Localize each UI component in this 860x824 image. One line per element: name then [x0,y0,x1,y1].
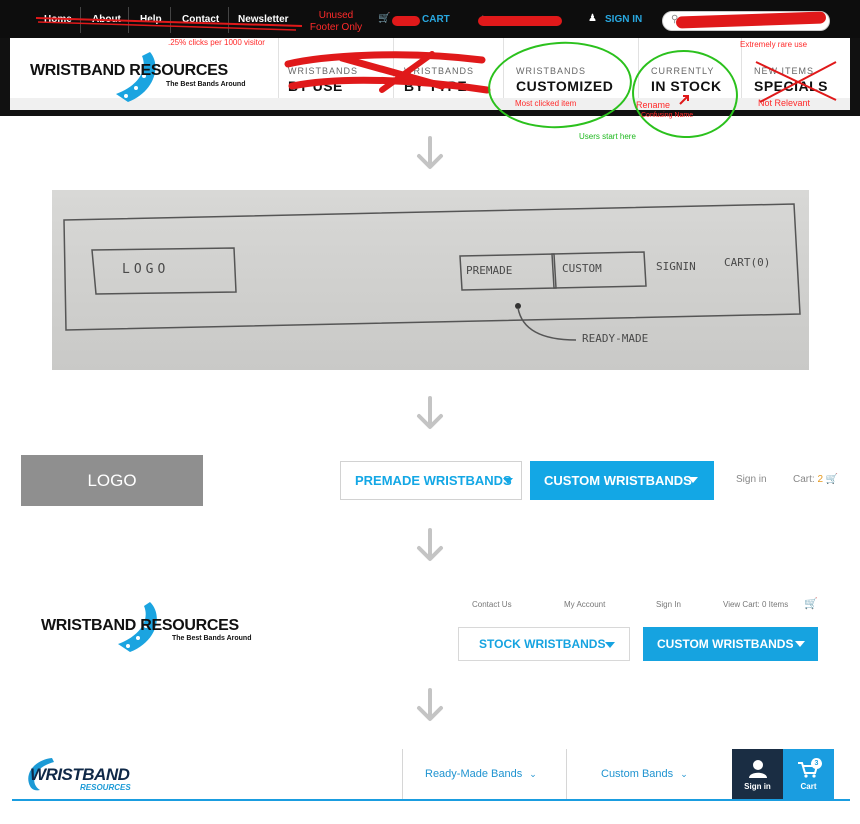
user-icon [749,760,767,778]
premade-wristbands-dropdown[interactable]: PREMADE WRISTBANDS [340,461,522,500]
logo-subtitle: The Best Bands Around [172,635,252,642]
sign-in-link[interactable]: Sign in [736,474,767,485]
divider [566,749,567,799]
cart-icon: 🛒 [804,598,818,610]
caret-down-icon [688,477,698,483]
contact-us-link[interactable]: Contact Us [472,600,512,609]
cart-label: Cart [800,782,817,791]
custom-bands-menu[interactable]: Custom Bands ⌄ [601,768,688,780]
annotation-users-start: Users start here [579,132,636,141]
sketch-premade: PREMADE [466,264,513,277]
ready-made-bands-menu[interactable]: Ready-Made Bands ⌄ [425,768,537,780]
down-arrow-icon [417,528,443,561]
annotation-confusing: Confusing Name [641,112,694,119]
dropdown-label: CUSTOM WRISTBANDS [657,637,794,651]
cross-out-mark [755,61,837,103]
dropdown-label: PREMADE WRISTBANDS [355,473,512,488]
stock-wristbands-dropdown[interactable]: STOCK WRISTBANDS [458,627,630,661]
logo-subtitle: RESOURCES [80,783,131,792]
strikethrough-scribble [35,17,303,31]
pencil-sketch: LOGO PREMADE CUSTOM SIGNIN CART(0) READY… [52,190,809,370]
strikethrough-scribble [284,51,491,94]
custom-wristbands-dropdown[interactable]: CUSTOM WRISTBANDS [530,461,714,500]
sketch-logo: LOGO [122,262,170,277]
sketch-ready-made: READY-MADE [582,332,649,345]
menu-label: Ready-Made Bands [425,768,523,780]
dropdown-label: STOCK WRISTBANDS [479,637,606,651]
down-arrow-icon [417,396,443,429]
logo-title[interactable]: WRISTBAND [30,765,130,785]
down-arrow-icon [417,136,443,169]
header-underline [12,799,850,801]
chevron-down-icon: ⌄ [680,769,688,779]
divider [402,749,403,799]
cart-link[interactable]: Cart: 2 🛒 [793,474,838,485]
annotation-clicks: .25% clicks per 1000 visitor [168,38,265,47]
arrow-annotation [679,95,689,105]
down-arrow-icon [417,688,443,721]
view-cart-link[interactable]: CART [422,14,450,25]
user-icon: ♟ [588,13,597,24]
annotation-rare-use: Extremely rare use [740,40,808,49]
cart-button[interactable]: 3 Cart [783,749,834,799]
sketch-cart: CART(0) [724,256,771,269]
original-header-annotated: Home About Help Contact Newsletter Unuse… [0,0,860,142]
cart-count-badge: 3 [811,758,822,769]
dropdown-label: CUSTOM WRISTBANDS [544,473,692,488]
view-cart-link[interactable]: View Cart: 0 Items [723,600,788,609]
custom-wristbands-dropdown[interactable]: CUSTOM WRISTBANDS [643,627,818,661]
logo-title[interactable]: WRISTBAND RESOURCES [41,617,239,635]
annotation-most-clicked: Most clicked item [515,99,577,108]
sketch-signin: SIGNIN [656,260,696,273]
scribble-view [392,16,420,26]
cart-count: 2 [817,474,824,485]
sign-in-label: Sign in [744,782,771,791]
chevron-down-icon: ⌄ [529,769,537,779]
cart-icon: 🛒 [825,474,839,485]
sign-in-link[interactable]: Sign In [656,600,681,609]
my-account-link[interactable]: My Account [564,600,605,609]
sketch-drawing [63,203,801,341]
scribble-my-account [478,16,562,26]
caret-down-icon [605,642,615,648]
caret-down-icon [503,478,513,484]
sketch-custom: CUSTOM [562,262,602,275]
cart-icon: 🛒 [378,13,391,24]
annotation-unused: Unused Footer Only [309,10,363,33]
cart-label: Cart: [793,474,815,485]
annotation-rename: Rename [636,100,671,110]
caret-down-icon [795,641,805,647]
logo-title: WRISTBAND RESOURCES [30,62,228,79]
sign-in-button[interactable]: Sign in [732,749,783,799]
sign-in-link[interactable]: SIGN IN [605,14,642,25]
wireframe-logo-placeholder[interactable]: LOGO [21,455,203,506]
menu-label: Custom Bands [601,768,674,780]
logo-subtitle: The Best Bands Around [166,81,246,88]
